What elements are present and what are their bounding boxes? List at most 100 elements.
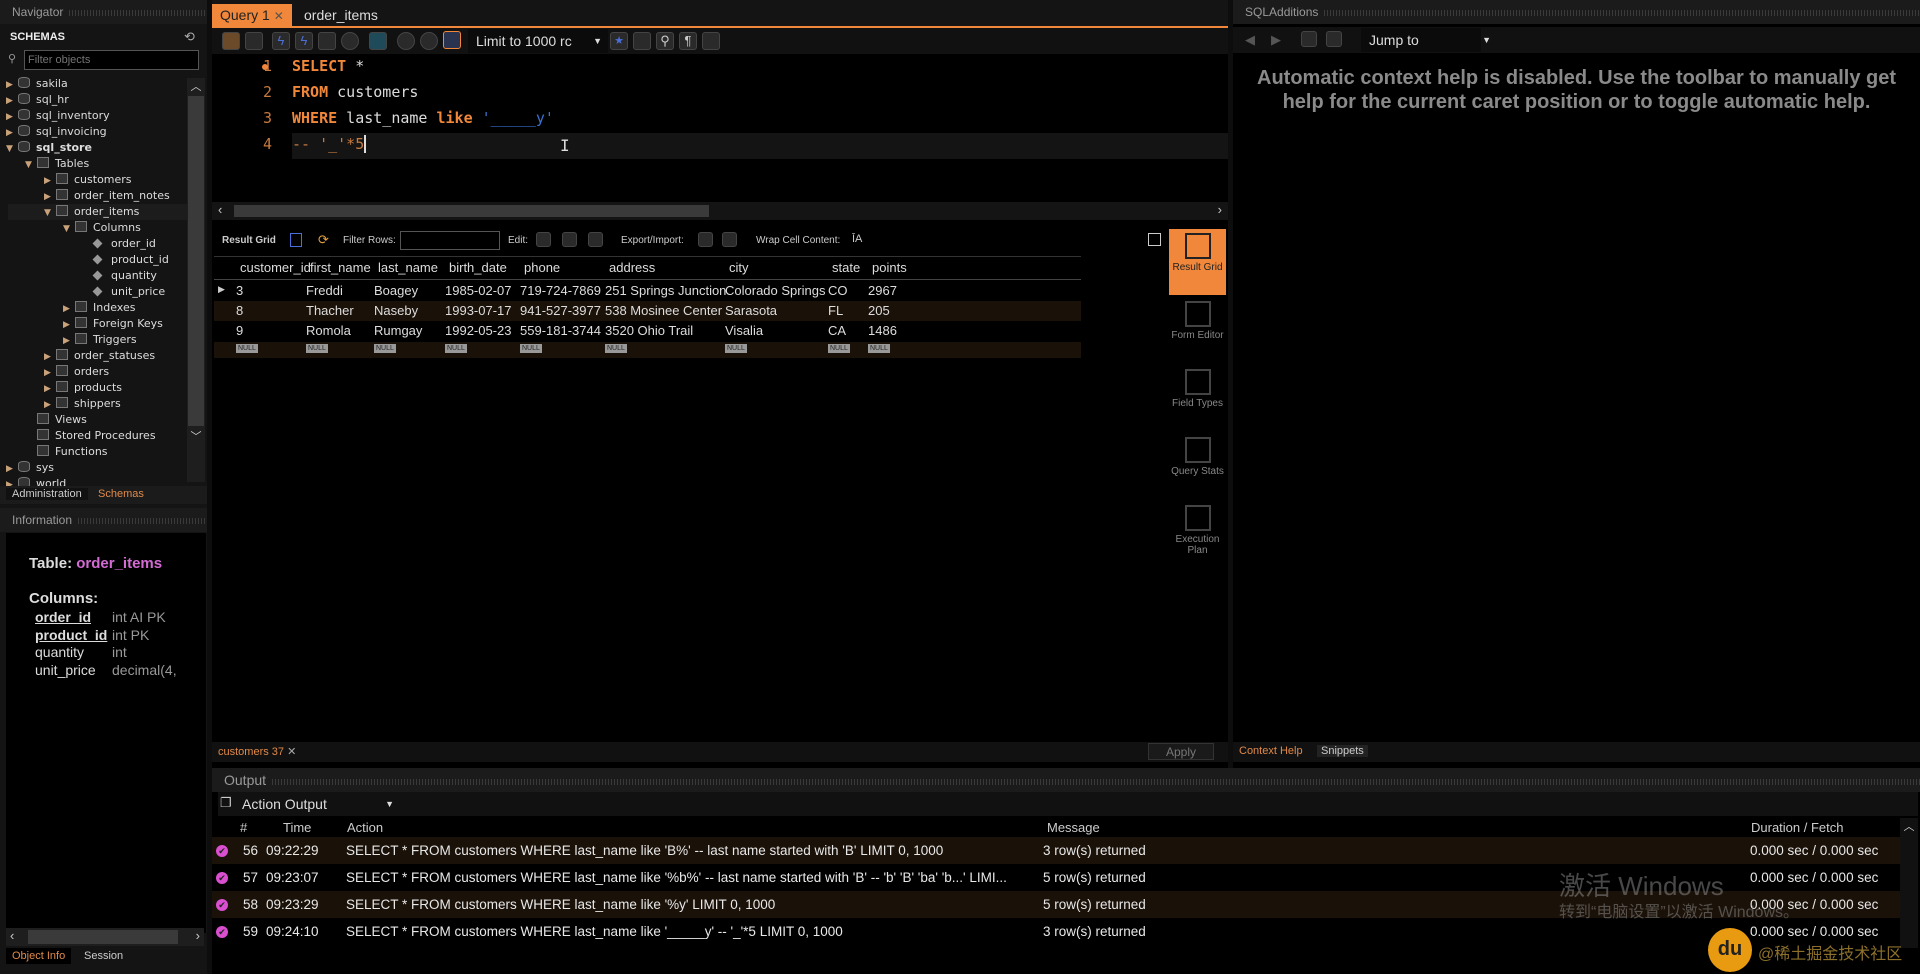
tree-scrollbar[interactable]: ︿ ﹀ <box>187 78 205 482</box>
side-tab-result-grid[interactable]: Result Grid <box>1169 229 1226 295</box>
tree-item-order-id[interactable]: order_id <box>82 236 156 252</box>
tree-item-shippers[interactable]: ▶ shippers <box>44 396 121 412</box>
side-tab-query-stats[interactable]: Query Stats <box>1169 433 1226 499</box>
grid-cell-birth_date[interactable]: 1993-07-17 <box>445 301 512 320</box>
grid-cell-last_name[interactable]: Boagey <box>374 281 418 300</box>
result-tab-customers[interactable]: customers 37 ✕ <box>218 745 296 758</box>
grid-cell-city[interactable]: Colorado Springs <box>725 281 825 300</box>
grid-cell-city[interactable]: Sarasota <box>725 301 777 320</box>
grid-cell-phone[interactable]: 719-724-7869 <box>520 281 601 300</box>
grid-cell-points[interactable]: 205 <box>868 301 890 320</box>
grid-cell-state[interactable]: CA <box>828 321 846 340</box>
chevron-right-icon[interactable]: ▶ <box>63 333 73 349</box>
copy-icon[interactable]: ❐ <box>220 795 232 811</box>
tab-session[interactable]: Session <box>84 950 123 962</box>
tab-object-info[interactable]: Object Info <box>6 948 72 964</box>
column-header-customer_id[interactable]: customer_id <box>240 258 311 278</box>
column-header-city[interactable]: city <box>729 258 749 278</box>
forward-icon[interactable]: ▶ <box>1271 32 1281 48</box>
tree-item-product-id[interactable]: product_id <box>82 252 169 268</box>
chevron-down-icon[interactable]: ▼ <box>63 221 73 237</box>
output-row[interactable]: ✔ 56 09:22:29 SELECT * FROM customers WHERE… <box>212 837 1912 864</box>
tree-item-columns[interactable]: ▼ Columns <box>63 220 141 236</box>
grid-cell-state[interactable]: CO <box>828 281 848 300</box>
grid-cell-address[interactable]: 538 Mosinee Center <box>605 301 722 320</box>
chevron-right-icon[interactable]: ▶ <box>6 125 16 141</box>
grid-cell-city[interactable]: Visalia <box>725 321 763 340</box>
chevron-right-icon[interactable]: ▶ <box>6 109 16 125</box>
column-header-first_name[interactable]: first_name <box>310 258 371 278</box>
chevron-right-icon[interactable]: ▶ <box>63 317 73 333</box>
column-header-address[interactable]: address <box>609 258 655 278</box>
close-icon[interactable]: ✕ <box>287 746 296 758</box>
auto-help-icon[interactable] <box>1326 31 1342 47</box>
info-hscrollbar[interactable]: ‹ › <box>6 928 204 946</box>
tree-item-customers[interactable]: ▶ customers <box>44 172 132 188</box>
tree-item-sql-store[interactable]: ▼ sql_store <box>6 140 92 156</box>
tree-item-triggers[interactable]: ▶ Triggers <box>63 332 137 348</box>
col-header-number[interactable]: # <box>240 820 247 835</box>
back-icon[interactable]: ◀ <box>1245 32 1255 48</box>
tree-item-sql-inventory[interactable]: ▶ sql_inventory <box>6 108 110 124</box>
grid-cell-first_name[interactable]: Thacher <box>306 301 354 320</box>
tree-item-stored-procedures[interactable]: Stored Procedures <box>25 428 156 444</box>
grid-cell-customer_id[interactable]: 3 <box>236 281 243 300</box>
manual-help-icon[interactable] <box>1301 31 1317 47</box>
tree-item-unit-price[interactable]: unit_price <box>82 284 165 300</box>
tab-snippets[interactable]: Snippets <box>1317 745 1368 757</box>
tree-item-sql-invoicing[interactable]: ▶ sql_invoicing <box>6 124 107 140</box>
col-header-duration[interactable]: Duration / Fetch <box>1751 820 1844 835</box>
grid-cell-last_name[interactable]: Rumgay <box>374 321 422 340</box>
tree-item-order-items[interactable]: ▼ order_items <box>8 204 188 220</box>
chevron-right-icon[interactable]: ▶ <box>6 93 16 109</box>
output-row[interactable]: ✔ 59 09:24:10 SELECT * FROM customers WHERE… <box>212 918 1912 945</box>
column-header-phone[interactable]: phone <box>524 258 560 278</box>
tree-item-sys[interactable]: ▶ sys <box>6 460 54 476</box>
grid-cell-first_name[interactable]: Freddi <box>306 281 343 300</box>
side-tab-form-editor[interactable]: Form Editor <box>1169 297 1226 363</box>
grid-cell-address[interactable]: 251 Springs Junction <box>605 281 726 300</box>
side-tab-field-types[interactable]: Field Types <box>1169 365 1226 431</box>
grid-cell-points[interactable]: 2967 <box>868 281 897 300</box>
chevron-right-icon[interactable]: ▶ <box>44 349 54 365</box>
chevron-right-icon[interactable]: ▶ <box>63 301 73 317</box>
col-header-action[interactable]: Action <box>347 820 383 835</box>
tab-schemas[interactable]: Schemas <box>98 488 144 500</box>
chevron-right-icon[interactable]: ▶ <box>44 365 54 381</box>
column-header-birth_date[interactable]: birth_date <box>449 258 507 278</box>
chevron-down-icon[interactable]: ▼ <box>6 141 16 157</box>
tree-item-order-statuses[interactable]: ▶ order_statuses <box>44 348 155 364</box>
chevron-right-icon[interactable]: ▶ <box>44 397 54 413</box>
column-header-points[interactable]: points <box>872 258 907 278</box>
jump-to-select[interactable]: Jump to ▼ <box>1361 28 1491 52</box>
chevron-right-icon[interactable]: ▶ <box>6 77 16 93</box>
tree-item-indexes[interactable]: ▶ Indexes <box>63 300 135 316</box>
grid-cell-birth_date[interactable]: 1985-02-07 <box>445 281 512 300</box>
apply-button[interactable]: Apply <box>1148 743 1214 760</box>
tree-item-tables[interactable]: ▼ Tables <box>25 156 89 172</box>
chevron-right-icon[interactable]: ▶ <box>44 189 54 205</box>
chevron-right-icon[interactable]: ▶ <box>6 461 16 477</box>
chevron-down-icon[interactable]: ▼ <box>25 157 35 173</box>
grid-cell-last_name[interactable]: Naseby <box>374 301 418 320</box>
grid-cell-address[interactable]: 3520 Ohio Trail <box>605 321 693 340</box>
column-header-last_name[interactable]: last_name <box>378 258 438 278</box>
chevron-right-icon[interactable]: ▶ <box>44 173 54 189</box>
tab-administration[interactable]: Administration <box>6 488 88 500</box>
grid-cell-birth_date[interactable]: 1992-05-23 <box>445 321 512 340</box>
side-tab-execution-plan[interactable]: Execution Plan <box>1169 501 1226 567</box>
output-type-select[interactable]: Action Output ▼ <box>242 792 402 816</box>
tree-item-sakila[interactable]: ▶ sakila <box>6 76 68 92</box>
grid-cell-points[interactable]: 1486 <box>868 321 897 340</box>
tree-item-quantity[interactable]: quantity <box>82 268 157 284</box>
grid-cell-phone[interactable]: 941-527-3977 <box>520 301 601 320</box>
col-header-time[interactable]: Time <box>283 820 311 835</box>
tree-item-functions[interactable]: Functions <box>25 444 108 460</box>
grid-cell-customer_id[interactable]: 9 <box>236 321 243 340</box>
tree-item-order-item-notes[interactable]: ▶ order_item_notes <box>44 188 170 204</box>
grid-cell-state[interactable]: FL <box>828 301 843 320</box>
tree-item-sql-hr[interactable]: ▶ sql_hr <box>6 92 69 108</box>
output-scrollbar[interactable]: ︿ <box>1900 818 1918 948</box>
grid-cell-first_name[interactable]: Romola <box>306 321 351 340</box>
grid-cell-customer_id[interactable]: 8 <box>236 301 243 320</box>
